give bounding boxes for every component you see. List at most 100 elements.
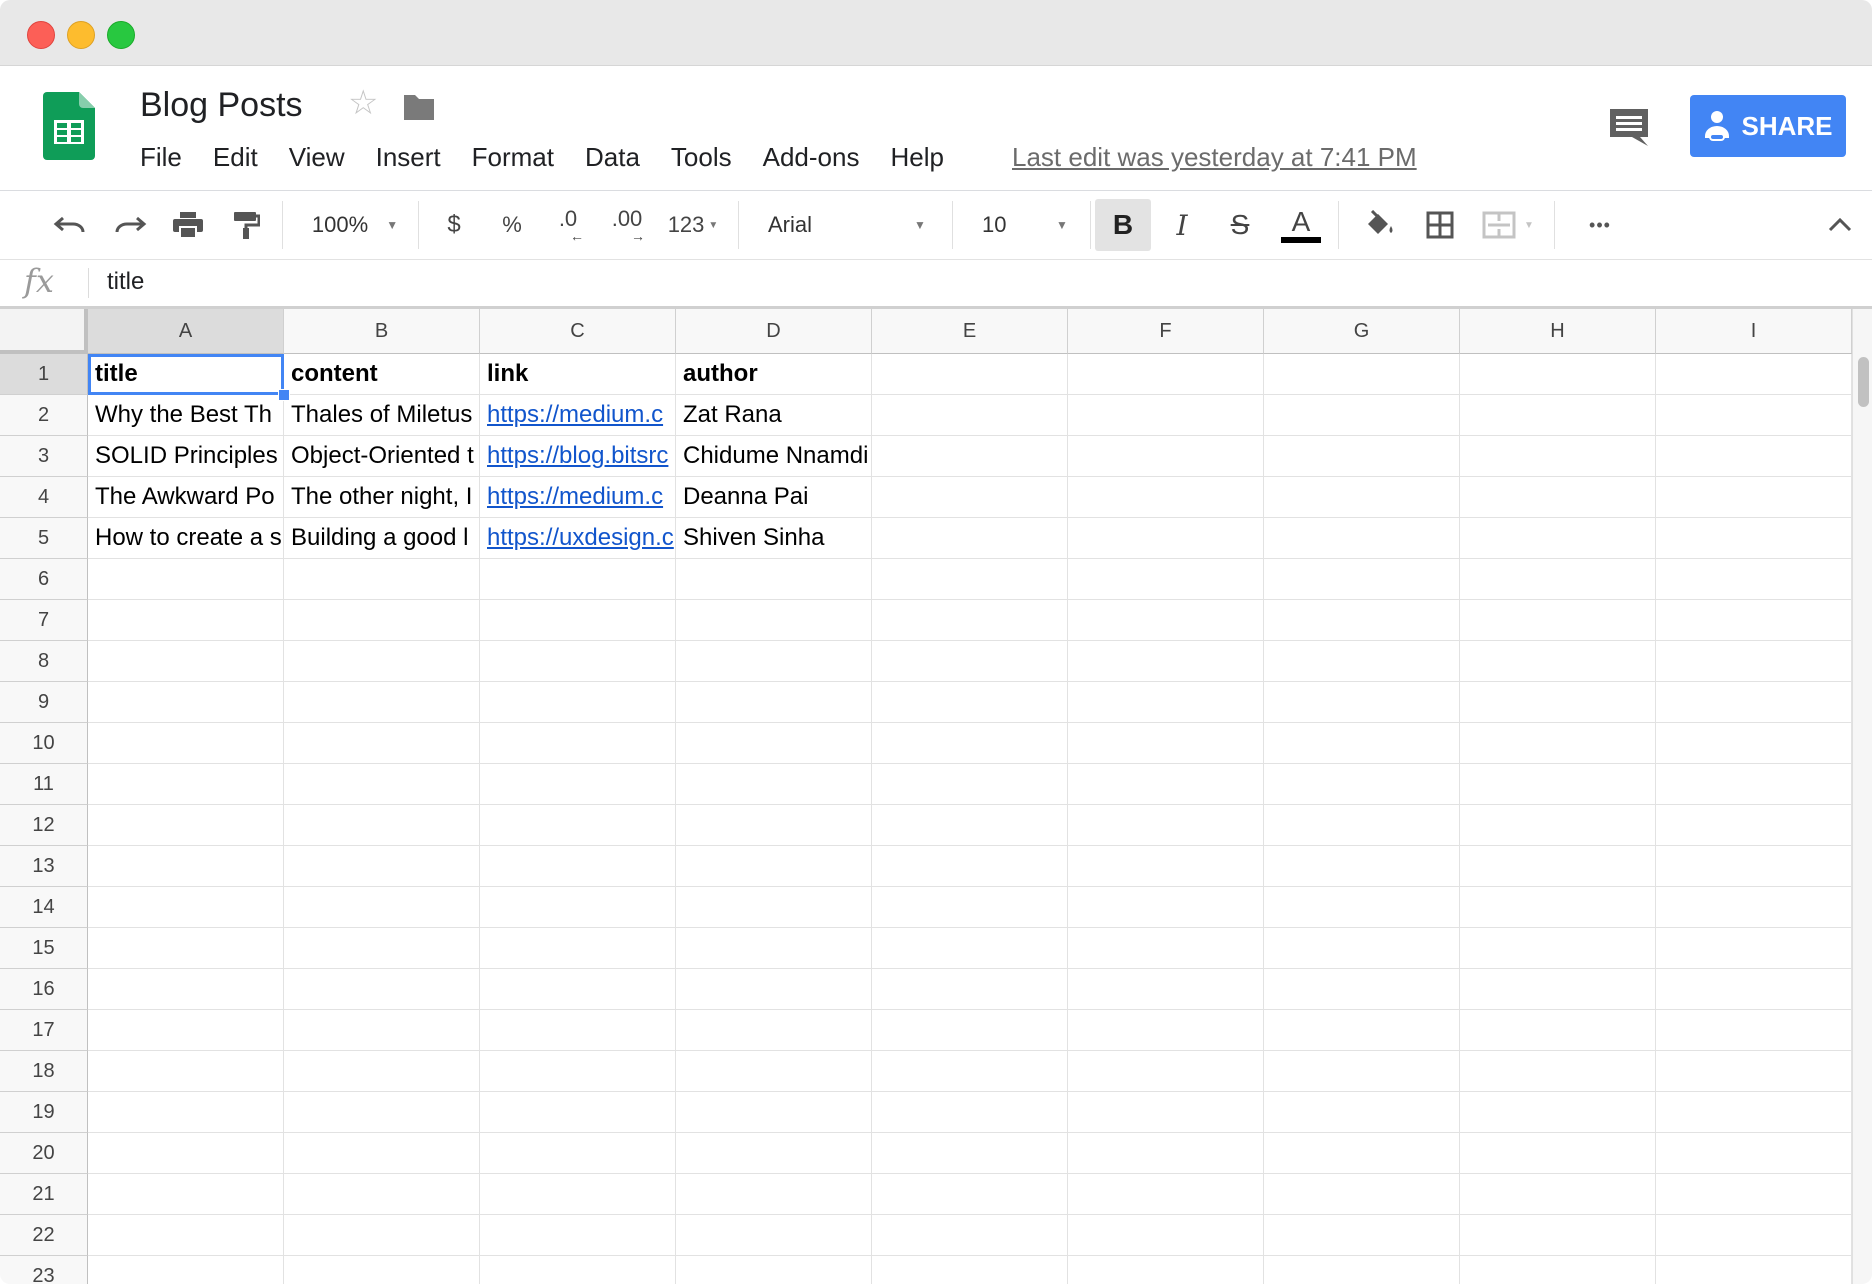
row-header-18[interactable]: 18 [0, 1051, 88, 1092]
cell-i14[interactable] [1656, 887, 1852, 928]
cell-i9[interactable] [1656, 682, 1852, 723]
cell-a8[interactable] [88, 641, 284, 682]
cell-h6[interactable] [1460, 559, 1656, 600]
cell-a1[interactable]: title [88, 354, 284, 395]
merge-cells-icon[interactable]: ▼ [1478, 191, 1538, 259]
cell-c20[interactable] [480, 1133, 676, 1174]
vertical-scrollbar[interactable] [1852, 309, 1872, 1284]
cell-b22[interactable] [284, 1215, 480, 1256]
cell-g11[interactable] [1264, 764, 1460, 805]
cell-a3[interactable]: SOLID Principles [88, 436, 284, 477]
cell-b13[interactable] [284, 846, 480, 887]
cell-f7[interactable] [1068, 600, 1264, 641]
cell-a14[interactable] [88, 887, 284, 928]
cell-h5[interactable] [1460, 518, 1656, 559]
cell-a4[interactable]: The Awkward Po [88, 477, 284, 518]
cell-d6[interactable] [676, 559, 872, 600]
row-header-13[interactable]: 13 [0, 846, 88, 887]
redo-icon[interactable] [108, 191, 152, 259]
cell-h18[interactable] [1460, 1051, 1656, 1092]
italic-button[interactable]: I [1160, 191, 1204, 259]
row-header-22[interactable]: 22 [0, 1215, 88, 1256]
cell-g7[interactable] [1264, 600, 1460, 641]
row-header-1[interactable]: 1 [0, 354, 88, 395]
cell-g23[interactable] [1264, 1256, 1460, 1284]
cell-i22[interactable] [1656, 1215, 1852, 1256]
cell-c23[interactable] [480, 1256, 676, 1284]
cell-g12[interactable] [1264, 805, 1460, 846]
cell-a11[interactable] [88, 764, 284, 805]
cell-g3[interactable] [1264, 436, 1460, 477]
cell-b20[interactable] [284, 1133, 480, 1174]
cell-c11[interactable] [480, 764, 676, 805]
cell-b11[interactable] [284, 764, 480, 805]
cell-f21[interactable] [1068, 1174, 1264, 1215]
cell-b15[interactable] [284, 928, 480, 969]
cell-h2[interactable] [1460, 395, 1656, 436]
menu-tools[interactable]: Tools [671, 140, 732, 174]
cell-h17[interactable] [1460, 1010, 1656, 1051]
cell-f2[interactable] [1068, 395, 1264, 436]
cell-i6[interactable] [1656, 559, 1852, 600]
cell-i20[interactable] [1656, 1133, 1852, 1174]
cell-b23[interactable] [284, 1256, 480, 1284]
cell-g19[interactable] [1264, 1092, 1460, 1133]
cell-e4[interactable] [872, 477, 1068, 518]
cell-i15[interactable] [1656, 928, 1852, 969]
cell-c14[interactable] [480, 887, 676, 928]
text-color-button[interactable]: A [1278, 191, 1324, 259]
cell-e7[interactable] [872, 600, 1068, 641]
cell-b19[interactable] [284, 1092, 480, 1133]
cell-b2[interactable]: Thales of Miletus [284, 395, 480, 436]
cell-g6[interactable] [1264, 559, 1460, 600]
menu-view[interactable]: View [289, 140, 345, 174]
row-header-9[interactable]: 9 [0, 682, 88, 723]
cell-b5[interactable]: Building a good l [284, 518, 480, 559]
cell-b6[interactable] [284, 559, 480, 600]
cell-g9[interactable] [1264, 682, 1460, 723]
folder-icon[interactable] [402, 92, 436, 122]
cell-e22[interactable] [872, 1215, 1068, 1256]
cell-c18[interactable] [480, 1051, 676, 1092]
cell-g16[interactable] [1264, 969, 1460, 1010]
cell-e17[interactable] [872, 1010, 1068, 1051]
cell-e20[interactable] [872, 1133, 1068, 1174]
font-size-select[interactable]: 10 ▼ [964, 191, 1082, 259]
cell-b3[interactable]: Object-Oriented t [284, 436, 480, 477]
cell-d17[interactable] [676, 1010, 872, 1051]
cell-b9[interactable] [284, 682, 480, 723]
cell-b14[interactable] [284, 887, 480, 928]
cell-c6[interactable] [480, 559, 676, 600]
cell-g22[interactable] [1264, 1215, 1460, 1256]
cell-d10[interactable] [676, 723, 872, 764]
row-header-17[interactable]: 17 [0, 1010, 88, 1051]
cell-i21[interactable] [1656, 1174, 1852, 1215]
cell-i3[interactable] [1656, 436, 1852, 477]
cell-e3[interactable] [872, 436, 1068, 477]
cell-i23[interactable] [1656, 1256, 1852, 1284]
cell-i8[interactable] [1656, 641, 1852, 682]
cell-h11[interactable] [1460, 764, 1656, 805]
cell-h4[interactable] [1460, 477, 1656, 518]
cell-a19[interactable] [88, 1092, 284, 1133]
scrollbar-thumb[interactable] [1858, 357, 1869, 407]
cell-d11[interactable] [676, 764, 872, 805]
cell-i12[interactable] [1656, 805, 1852, 846]
cell-c17[interactable] [480, 1010, 676, 1051]
cell-a22[interactable] [88, 1215, 284, 1256]
cell-b18[interactable] [284, 1051, 480, 1092]
undo-icon[interactable] [48, 191, 92, 259]
cell-e16[interactable] [872, 969, 1068, 1010]
cell-c7[interactable] [480, 600, 676, 641]
cell-g20[interactable] [1264, 1133, 1460, 1174]
column-header-a[interactable]: A [88, 309, 284, 354]
cell-i13[interactable] [1656, 846, 1852, 887]
row-header-10[interactable]: 10 [0, 723, 88, 764]
close-window-button[interactable] [27, 21, 55, 49]
cell-e21[interactable] [872, 1174, 1068, 1215]
cell-a20[interactable] [88, 1133, 284, 1174]
cell-g18[interactable] [1264, 1051, 1460, 1092]
cell-g14[interactable] [1264, 887, 1460, 928]
cell-f10[interactable] [1068, 723, 1264, 764]
cell-g5[interactable] [1264, 518, 1460, 559]
